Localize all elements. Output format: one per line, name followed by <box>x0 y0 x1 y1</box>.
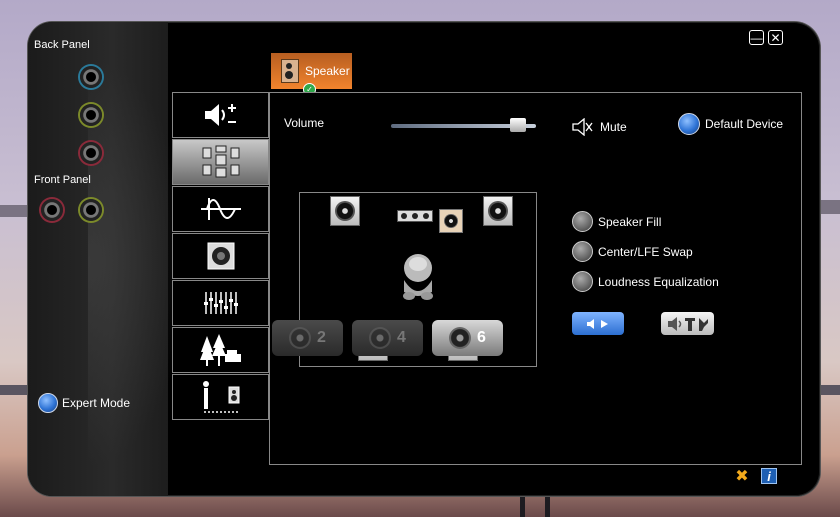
audio-manager-window: Back Panel Front Panel Expert Mode — ✕ ✓… <box>28 22 820 496</box>
multi-speaker-icon <box>202 145 239 178</box>
equalizer-icon <box>203 292 238 314</box>
waveform-icon <box>200 198 241 220</box>
speaker-icon <box>289 327 312 349</box>
loudness-equalization-radio[interactable] <box>572 271 593 292</box>
side-tab-sound-effects[interactable] <box>172 186 269 232</box>
volume-label: Volume <box>284 116 325 130</box>
side-tab-speaker-config[interactable] <box>172 139 269 185</box>
config-4-speaker-button[interactable]: 4 <box>352 320 423 356</box>
speaker-fill-radio[interactable] <box>572 211 593 232</box>
minimize-button[interactable]: — <box>749 30 764 45</box>
info-icon[interactable]: i <box>761 468 777 484</box>
back-jack-pink[interactable] <box>80 142 102 164</box>
side-tab-room-correction[interactable] <box>172 233 269 279</box>
back-jack-green[interactable] <box>80 104 102 126</box>
mute-button[interactable]: Mute <box>571 118 627 136</box>
side-tab-equalizer[interactable] <box>172 280 269 326</box>
side-tab-list <box>172 92 269 421</box>
person-distance-icon <box>202 381 239 413</box>
settings-tools-icon[interactable]: ✖ <box>734 468 750 485</box>
speaker-tab-label: Speaker <box>305 64 350 78</box>
front-left-speaker[interactable] <box>330 196 360 226</box>
front-jack-green[interactable] <box>80 199 102 221</box>
speaker-tab-icon: ✓ <box>281 59 316 96</box>
loudness-equalization-label: Loudness Equalization <box>598 274 719 289</box>
expert-mode-radio[interactable] <box>38 393 58 413</box>
center-lfe-swap-option[interactable]: Center/LFE Swap <box>572 241 693 262</box>
volume-slider[interactable] <box>391 118 536 132</box>
listener-icon <box>403 254 433 300</box>
front-right-speaker[interactable] <box>483 196 513 226</box>
speaker-mute-icon <box>572 118 593 136</box>
center-speaker[interactable] <box>397 210 433 222</box>
front-jack-pink[interactable] <box>41 199 63 221</box>
close-button[interactable]: ✕ <box>768 30 783 45</box>
config-2-speaker-button[interactable]: 2 <box>272 320 343 356</box>
side-tab-volume[interactable] <box>172 92 269 138</box>
speaker-settings-panel: Volume Mute Default Device Speaker Fill … <box>269 92 802 465</box>
back-panel-label: Back Panel <box>34 39 90 51</box>
center-lfe-swap-label: Center/LFE Swap <box>598 244 693 259</box>
expert-mode-toggle[interactable]: Expert Mode <box>38 393 130 413</box>
speaker-fill-option[interactable]: Speaker Fill <box>572 211 661 232</box>
tab-speaker[interactable]: ✓ Speaker <box>271 53 352 96</box>
default-device-radio[interactable] <box>678 113 700 135</box>
side-tab-environment[interactable] <box>172 327 269 373</box>
front-panel-label: Front Panel <box>34 174 91 186</box>
config-6-speaker-button[interactable]: 6 <box>432 320 503 356</box>
subwoofer-icon <box>207 242 234 270</box>
speaker-tools-icon <box>667 316 708 331</box>
config-6-label: 6 <box>477 329 486 346</box>
config-2-label: 2 <box>317 329 326 346</box>
environment-trees-icon <box>199 334 241 366</box>
config-4-label: 4 <box>397 329 406 346</box>
mute-label: Mute <box>600 120 627 134</box>
default-device-button[interactable]: Default Device <box>678 113 783 135</box>
side-tab-speaker-distance[interactable] <box>172 374 269 420</box>
volume-slider-thumb[interactable] <box>510 118 526 132</box>
expert-mode-label: Expert Mode <box>62 396 131 410</box>
loudness-equalization-option[interactable]: Loudness Equalization <box>572 271 719 292</box>
speaker-volume-icon <box>204 104 236 126</box>
speaker-icon <box>449 327 472 349</box>
play-test-button[interactable] <box>572 312 624 335</box>
speaker-tools-button[interactable] <box>661 312 714 335</box>
speaker-icon <box>369 327 392 349</box>
default-device-label: Default Device <box>705 117 784 131</box>
speaker-play-icon <box>587 318 608 329</box>
center-lfe-swap-radio[interactable] <box>572 241 593 262</box>
subwoofer-speaker[interactable] <box>439 209 463 233</box>
speaker-fill-label: Speaker Fill <box>598 214 662 229</box>
back-jack-blue[interactable] <box>80 66 102 88</box>
